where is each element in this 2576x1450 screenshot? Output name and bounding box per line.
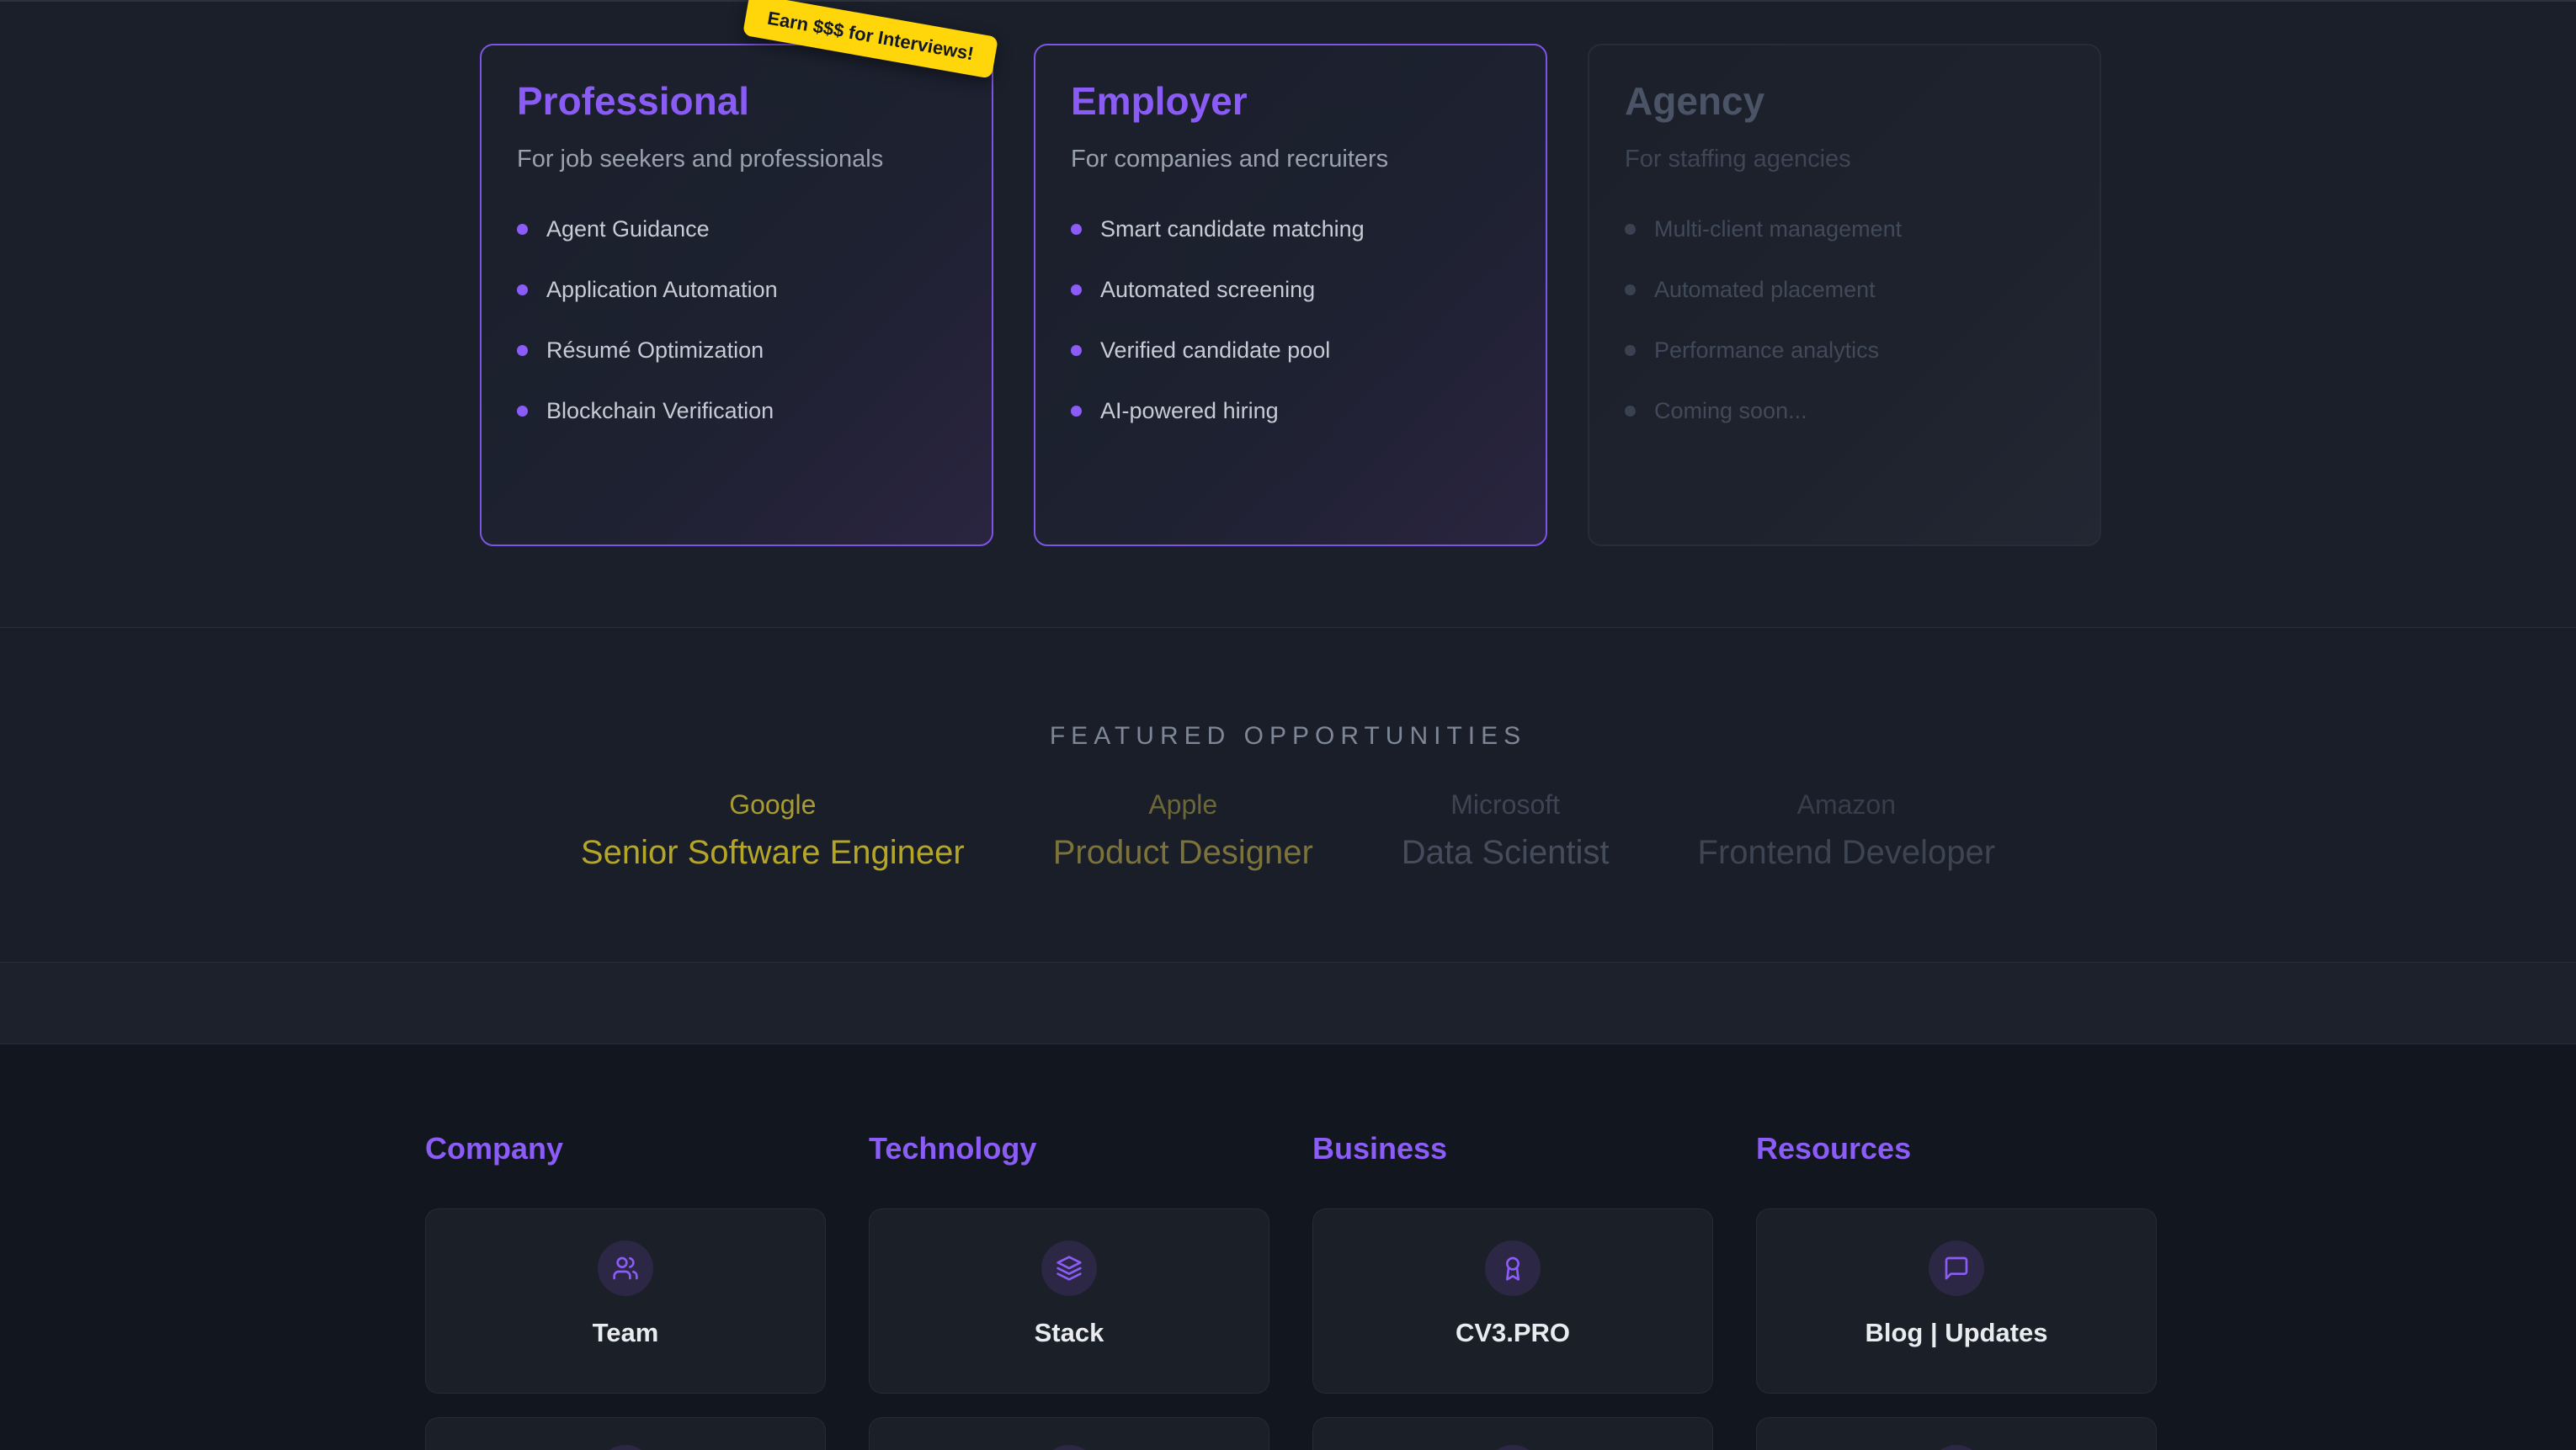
feature-label: Automated placement [1654, 279, 1876, 301]
bullet-dot [1625, 406, 1636, 417]
feature-item: Blockchain Verification [517, 400, 956, 422]
feature-label: Verified candidate pool [1100, 339, 1330, 362]
feature-label: Performance analytics [1654, 339, 1879, 362]
feature-label: Multi-client management [1654, 218, 1902, 241]
feature-label: Application Automation [546, 279, 778, 301]
bullet-dot [1071, 345, 1082, 356]
feature-label: Blockchain Verification [546, 400, 774, 422]
bullet-dot [517, 284, 528, 295]
plan-tagline: For staffing agencies [1625, 144, 2064, 174]
feature-label: Automated screening [1100, 279, 1315, 301]
bullet-dot [1071, 284, 1082, 295]
featured-section: FEATURED OPPORTUNITIES Google Senior Sof… [0, 627, 2576, 962]
footer-column-resources: Resources Blog | Updates [1756, 1131, 2157, 1450]
message-icon [1929, 1240, 1984, 1296]
plan-title: Employer [1071, 79, 1510, 124]
plans-row: Professional For job seekers and profess… [480, 44, 2101, 546]
plans-section: Earn $$$ for Interviews! Professional Fo… [0, 0, 2576, 627]
footer-heading: Business [1312, 1131, 1713, 1166]
footer-card-partial[interactable] [869, 1417, 1269, 1450]
plan-title: Professional [517, 79, 956, 124]
featured-item-microsoft[interactable]: Microsoft Data Scientist [1402, 789, 1610, 872]
footer-column-company: Company Team [425, 1131, 826, 1450]
feature-list: Multi-client management Automated placem… [1625, 218, 2064, 422]
hidden-icon [1041, 1445, 1097, 1450]
company-name: Amazon [1698, 789, 1996, 821]
feature-label: Agent Guidance [546, 218, 710, 241]
feature-item: Verified candidate pool [1071, 339, 1510, 362]
footer-card-label: Team [593, 1318, 659, 1348]
job-role: Frontend Developer [1698, 834, 1996, 872]
feature-label: Coming soon... [1654, 400, 1807, 422]
feature-item: Automated screening [1071, 279, 1510, 301]
bullet-dot [1625, 345, 1636, 356]
footer-heading: Resources [1756, 1131, 2157, 1166]
footer-card-stack[interactable]: Stack [869, 1208, 1269, 1394]
award-icon [1485, 1240, 1541, 1296]
job-role: Senior Software Engineer [581, 834, 965, 872]
featured-heading: FEATURED OPPORTUNITIES [0, 628, 2576, 751]
feature-list: Agent Guidance Application Automation Ré… [517, 218, 956, 422]
featured-item-amazon[interactable]: Amazon Frontend Developer [1698, 789, 1996, 872]
footer-card-label: Stack [1035, 1318, 1104, 1348]
job-role: Product Designer [1053, 834, 1313, 872]
featured-item-google[interactable]: Google Senior Software Engineer [581, 789, 965, 872]
footer-column-technology: Technology Stack [869, 1131, 1269, 1450]
plan-title: Agency [1625, 79, 2064, 124]
hidden-icon [1485, 1445, 1541, 1450]
feature-item: Application Automation [517, 279, 956, 301]
bullet-dot [517, 224, 528, 235]
feature-item: Performance analytics [1625, 339, 2064, 362]
plan-card-employer[interactable]: Employer For companies and recruiters Sm… [1034, 44, 1547, 546]
company-name: Google [581, 789, 965, 821]
plan-card-professional[interactable]: Professional For job seekers and profess… [480, 44, 993, 546]
hidden-icon [598, 1445, 653, 1450]
bullet-dot [1071, 406, 1082, 417]
layers-icon [1041, 1240, 1097, 1296]
bullet-dot [1625, 284, 1636, 295]
footer-grid: Company Team Technology Stack [0, 1044, 2576, 1450]
footer-card-partial[interactable] [1312, 1417, 1713, 1450]
feature-list: Smart candidate matching Automated scree… [1071, 218, 1510, 422]
plan-card-agency: Agency For staffing agencies Multi-clien… [1588, 44, 2101, 546]
footer-heading: Company [425, 1131, 826, 1166]
footer-card-label: CV3.PRO [1456, 1318, 1570, 1348]
feature-item: Résumé Optimization [517, 339, 956, 362]
footer-section: Company Team Technology Stack [0, 1044, 2576, 1450]
users-icon [598, 1240, 653, 1296]
feature-item: Agent Guidance [517, 218, 956, 241]
feature-item: Multi-client management [1625, 218, 2064, 241]
featured-row: Google Senior Software Engineer Apple Pr… [0, 789, 2576, 872]
plan-tagline: For companies and recruiters [1071, 144, 1510, 174]
bullet-dot [517, 406, 528, 417]
feature-label: Smart candidate matching [1100, 218, 1365, 241]
footer-card-partial[interactable] [1756, 1417, 2157, 1450]
footer-card-label: Blog | Updates [1865, 1318, 2047, 1348]
footer-card-blog[interactable]: Blog | Updates [1756, 1208, 2157, 1394]
bullet-dot [517, 345, 528, 356]
feature-label: Résumé Optimization [546, 339, 764, 362]
feature-label: AI-powered hiring [1100, 400, 1279, 422]
footer-card-partial[interactable] [425, 1417, 826, 1450]
company-name: Microsoft [1402, 789, 1610, 821]
footer-card-team[interactable]: Team [425, 1208, 826, 1394]
feature-item: AI-powered hiring [1071, 400, 1510, 422]
footer-card-cv3pro[interactable]: CV3.PRO [1312, 1208, 1713, 1394]
company-name: Apple [1053, 789, 1313, 821]
footer-column-business: Business CV3.PRO [1312, 1131, 1713, 1450]
bullet-dot [1625, 224, 1636, 235]
plan-tagline: For job seekers and professionals [517, 144, 956, 174]
feature-item: Automated placement [1625, 279, 2064, 301]
feature-item: Smart candidate matching [1071, 218, 1510, 241]
bullet-dot [1071, 224, 1082, 235]
hidden-icon [1929, 1445, 1984, 1450]
job-role: Data Scientist [1402, 834, 1610, 872]
featured-item-apple[interactable]: Apple Product Designer [1053, 789, 1313, 872]
footer-heading: Technology [869, 1131, 1269, 1166]
section-divider-strip [0, 962, 2576, 1044]
feature-item: Coming soon... [1625, 400, 2064, 422]
